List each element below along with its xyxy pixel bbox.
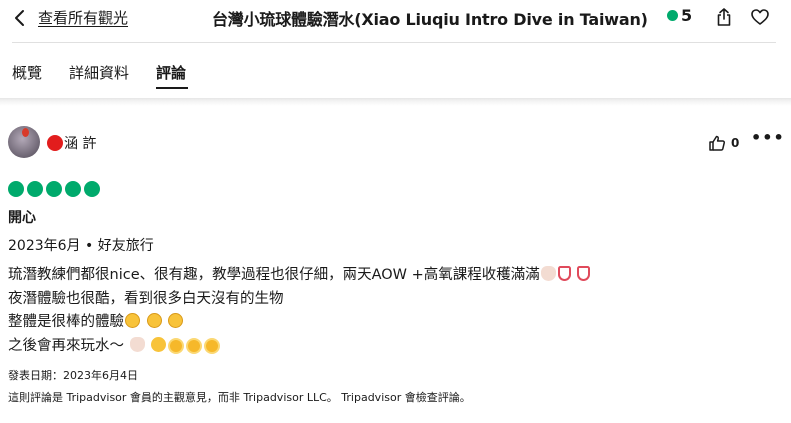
tab-reviews[interactable]: 評論 (156, 62, 186, 83)
review-line: 之後會再來玩水～ (8, 335, 778, 359)
rating-dot-icon (667, 10, 678, 21)
review-body: 琉潛教練們都很nice、很有趣，教學過程也很仔細，兩天AOW +高氧課程收穫滿滿… (8, 264, 778, 358)
hand-emoji-icon (129, 336, 145, 352)
review-line-text: 之後會再來玩水～ (8, 337, 124, 354)
snorkel-emoji-icon (557, 266, 571, 281)
date-written: 發表日期：2023年6月4日 (8, 369, 138, 382)
review-line-text: 琉潛教練們都很nice、很有趣，教學過程也很仔細，兩天AOW +高氧課程收穫滿滿 (8, 267, 540, 283)
review-line: 整體是很棒的體驗 (8, 311, 778, 335)
review-line-text: 夜潛體驗也很酷，看到很多白天沒有的生物 (8, 290, 284, 307)
review-disclaimer: 這則評論是 Tripadvisor 會員的主觀意見，而非 Tripadvisor… (8, 391, 471, 404)
rating-bubble-icon (8, 181, 24, 197)
grin-emoji-icon (125, 313, 140, 328)
avatar[interactable] (8, 126, 40, 158)
review-title: 開心 (8, 210, 36, 226)
thumbs-up-icon[interactable] (708, 134, 726, 152)
chevron-left-icon[interactable] (12, 8, 28, 28)
rating-bubble-icon (84, 181, 100, 197)
rating-bubble-icon (46, 181, 62, 197)
helpful-count: 0 (731, 136, 740, 150)
rating-bubbles (8, 181, 103, 199)
username-mark (47, 135, 63, 151)
review-line: 夜潛體驗也很酷，看到很多白天沒有的生物 (8, 288, 778, 312)
review-line-text: 整體是很棒的體驗 (8, 314, 124, 330)
sunglasses-emoji-icon (151, 336, 167, 352)
tab-details[interactable]: 詳細資料 (69, 62, 129, 83)
review-line: 琉潛教練們都很nice、很有趣，教學過程也很仔細，兩天AOW +高氧課程收穫滿滿 (8, 264, 778, 288)
tab-bar: 概覽 詳細資料 評論 (0, 56, 791, 96)
heart-icon[interactable] (750, 7, 770, 27)
rating-value: 5 (681, 6, 693, 25)
rating-bubble-icon (27, 181, 43, 197)
review-meta: 2023年6月 • 好友旅行 (8, 238, 154, 254)
hand-emoji-icon (540, 266, 556, 281)
grin-emoji-icon (146, 313, 162, 328)
share-icon[interactable] (714, 7, 734, 27)
back-to-attractions-link[interactable]: 查看所有觀光 (38, 7, 128, 28)
page-title: 台灣小琉球體驗潛水(Xiao Liuqiu Intro Dive in Taiw… (212, 10, 648, 29)
avatar-detail (22, 128, 29, 137)
header-divider (12, 42, 776, 43)
tab-overview[interactable]: 概覽 (12, 62, 42, 83)
sun-emoji-icon (188, 339, 201, 352)
top-bar: 查看所有觀光 台灣小琉球體驗潛水(Xiao Liuqiu Intro Dive … (0, 0, 791, 36)
sun-emoji-icon (170, 339, 183, 352)
sun-emoji-icon (206, 339, 219, 352)
snorkel-emoji-icon (577, 266, 591, 281)
more-icon[interactable]: ••• (751, 130, 784, 150)
rating-bubble-icon (65, 181, 81, 197)
active-tab-indicator (156, 87, 188, 89)
reviewer-name[interactable]: 涵 許 (64, 133, 96, 153)
grin-emoji-icon (168, 313, 184, 328)
tab-bar-shadow (0, 98, 791, 106)
